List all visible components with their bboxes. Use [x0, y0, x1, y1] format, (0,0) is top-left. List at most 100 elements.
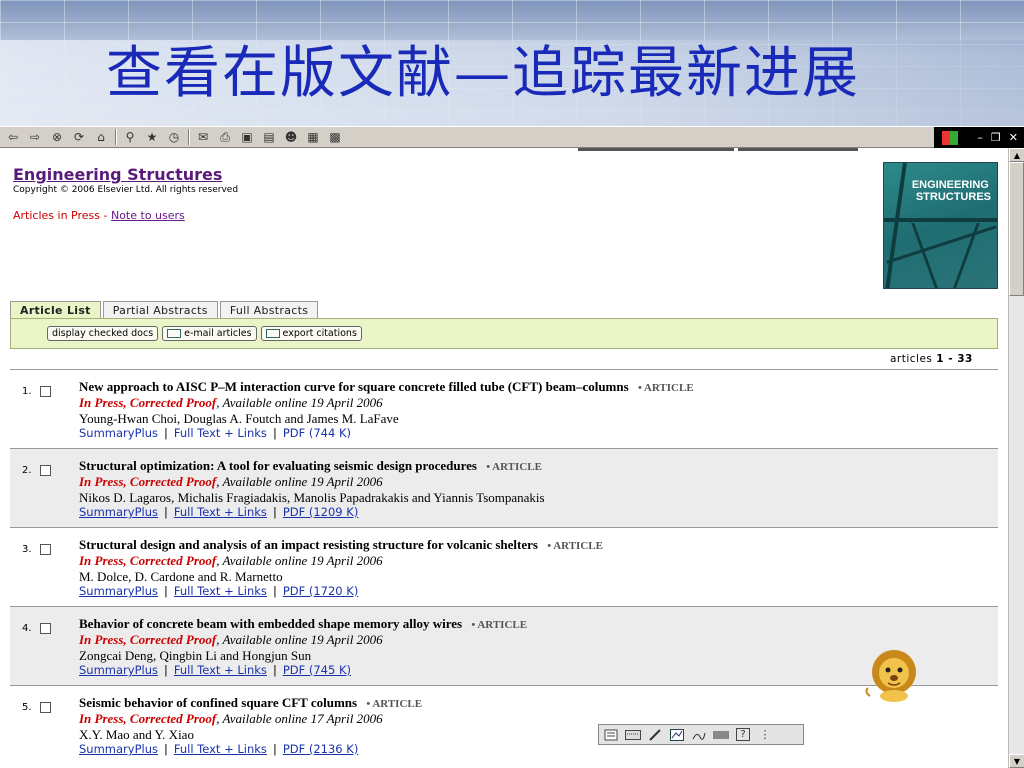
refresh-icon[interactable]: ⟳ [70, 128, 88, 146]
eraser-icon[interactable] [713, 728, 729, 742]
fulltext-link[interactable]: Full Text + Links [174, 663, 267, 677]
lion-assistant-icon[interactable] [862, 648, 926, 704]
link-separator: | [163, 663, 168, 677]
fulltext-link[interactable]: Full Text + Links [174, 426, 267, 440]
article-title[interactable]: Seismic behavior of confined square CFT … [79, 695, 357, 710]
print-icon[interactable]: ⎙ [216, 128, 234, 146]
messenger-icon[interactable]: ☻ [282, 128, 300, 146]
research-icon[interactable]: ▦ [304, 128, 322, 146]
stop-icon[interactable]: ⊗ [48, 128, 66, 146]
in-press-label: In Press, Corrected Proof [79, 711, 217, 726]
article-row: 3. Structural design and analysis of an … [10, 527, 998, 606]
article-checkbox[interactable] [40, 386, 51, 397]
display-checked-docs-button[interactable]: display checked docs [47, 326, 159, 341]
discuss-icon[interactable]: ▤ [260, 128, 278, 146]
summaryplus-link[interactable]: SummaryPlus [79, 426, 158, 440]
envelope-icon [167, 329, 182, 338]
media-icon[interactable]: ▩ [326, 128, 344, 146]
article-title-line: Behavior of concrete beam with embedded … [79, 616, 527, 632]
scroll-down-icon[interactable]: ▼ [1009, 754, 1024, 768]
pdf-link[interactable]: PDF (1209 K) [283, 505, 359, 519]
back-icon[interactable]: ⇦ [4, 128, 22, 146]
article-title[interactable]: Structural design and analysis of an imp… [79, 537, 538, 552]
email-articles-label: e-mail articles [184, 328, 252, 339]
article-checkbox[interactable] [40, 623, 51, 634]
link-separator: | [272, 426, 277, 440]
tab-full-abstracts[interactable]: Full Abstracts [219, 301, 319, 319]
link-separator: | [272, 663, 277, 677]
fulltext-link[interactable]: Full Text + Links [174, 584, 267, 598]
article-number: 2. [22, 465, 32, 476]
article-row: 2. Structural optimization: A tool for e… [10, 448, 998, 527]
article-type: • ARTICLE [547, 540, 603, 552]
article-status: In Press, Corrected Proof, Available onl… [79, 553, 383, 569]
article-number: 5. [22, 702, 32, 713]
tab-partial-abstracts[interactable]: Partial Abstracts [102, 301, 218, 319]
note-to-users-link[interactable]: Note to users [111, 209, 185, 222]
fulltext-link[interactable]: Full Text + Links [174, 505, 267, 519]
scroll-thumb[interactable] [1009, 162, 1024, 296]
article-number: 3. [22, 544, 32, 555]
journal-cover-image[interactable]: ENGINEERING STRUCTURES [883, 162, 998, 289]
pdf-link[interactable]: PDF (744 K) [283, 426, 351, 440]
link-separator: | [163, 584, 168, 598]
article-authors: Nikos D. Lagaros, Michalis Fragiadakis, … [79, 490, 545, 505]
export-citations-button[interactable]: export citations [260, 326, 362, 341]
cover-title: ENGINEERING STRUCTURES [912, 179, 991, 203]
summaryplus-link[interactable]: SummaryPlus [79, 663, 158, 677]
article-status: In Press, Corrected Proof, Available onl… [79, 711, 383, 727]
edit-icon[interactable]: ▣ [238, 128, 256, 146]
article-checkbox[interactable] [40, 544, 51, 555]
history-icon[interactable]: ◷ [165, 128, 183, 146]
favorites-icon[interactable]: ★ [143, 128, 161, 146]
articles-in-press-label: Articles in Press [13, 209, 100, 222]
pdf-link[interactable]: PDF (2136 K) [283, 742, 359, 756]
vertical-scrollbar[interactable]: ▲ ▼ [1008, 148, 1024, 768]
article-links: SummaryPlus | Full Text + Links | PDF (1720 … [79, 584, 358, 598]
pdf-link[interactable]: PDF (1720 K) [283, 584, 359, 598]
menu-glyph: ⋮ [759, 728, 771, 741]
summaryplus-link[interactable]: SummaryPlus [79, 742, 158, 756]
summaryplus-link[interactable]: SummaryPlus [79, 505, 158, 519]
search-icon[interactable]: ⚲ [121, 128, 139, 146]
article-title[interactable]: Behavior of concrete beam with embedded … [79, 616, 462, 631]
article-checkbox[interactable] [40, 702, 51, 713]
in-press-label: In Press, Corrected Proof [79, 553, 217, 568]
scroll-up-icon[interactable]: ▲ [1009, 148, 1024, 162]
article-title[interactable]: Structural optimization: A tool for eval… [79, 458, 477, 473]
restore-button[interactable]: ❐ [991, 131, 1001, 144]
close-button[interactable]: ✕ [1009, 131, 1018, 144]
article-authors: Zongcai Deng, Qingbin Li and Hongjun Sun [79, 648, 312, 663]
pen-icon[interactable] [647, 728, 663, 742]
browser-toolbar: ⇦ ⇨ ⊗ ⟳ ⌂ ⚲ ★ ◷ ✉ ⎙ ▣ ▤ ☻ ▦ ▩ – ❐ ✕ [0, 126, 1024, 148]
home-icon[interactable]: ⌂ [92, 128, 110, 146]
keyboard-icon[interactable] [625, 728, 641, 742]
minimize-button[interactable]: – [977, 131, 983, 144]
toolbar-separator [188, 129, 190, 145]
available-date: , Available online 19 April 2006 [216, 632, 383, 647]
link-separator: | [163, 505, 168, 519]
article-checkbox[interactable] [40, 465, 51, 476]
article-title[interactable]: New approach to AISC P–M interaction cur… [79, 379, 629, 394]
pdf-link[interactable]: PDF (745 K) [283, 663, 351, 677]
summaryplus-link[interactable]: SummaryPlus [79, 584, 158, 598]
insert-comment-icon[interactable] [603, 728, 619, 742]
article-authors: X.Y. Mao and Y. Xiao [79, 727, 194, 742]
fulltext-link[interactable]: Full Text + Links [174, 742, 267, 756]
email-articles-button[interactable]: e-mail articles [162, 326, 257, 341]
handwriting-icon[interactable] [691, 728, 707, 742]
article-links: SummaryPlus | Full Text + Links | PDF (744 K… [79, 426, 351, 440]
menu-icon[interactable]: ⋮ [757, 728, 773, 742]
page-content: Engineering Structures Copyright © 2006 … [0, 148, 1008, 768]
mail-icon[interactable]: ✉ [194, 128, 212, 146]
display-checked-docs-label: display checked docs [52, 328, 154, 339]
help-glyph: ? [736, 728, 750, 741]
article-number: 1. [22, 386, 32, 397]
article-type: • ARTICLE [637, 382, 694, 394]
cover-title-line2: STRUCTURES [915, 191, 991, 203]
write-pad-icon[interactable] [669, 728, 685, 742]
forward-icon[interactable]: ⇨ [26, 128, 44, 146]
help-icon[interactable]: ? [735, 728, 751, 742]
link-separator: | [163, 742, 168, 756]
journal-title-link[interactable]: Engineering Structures [13, 165, 222, 184]
